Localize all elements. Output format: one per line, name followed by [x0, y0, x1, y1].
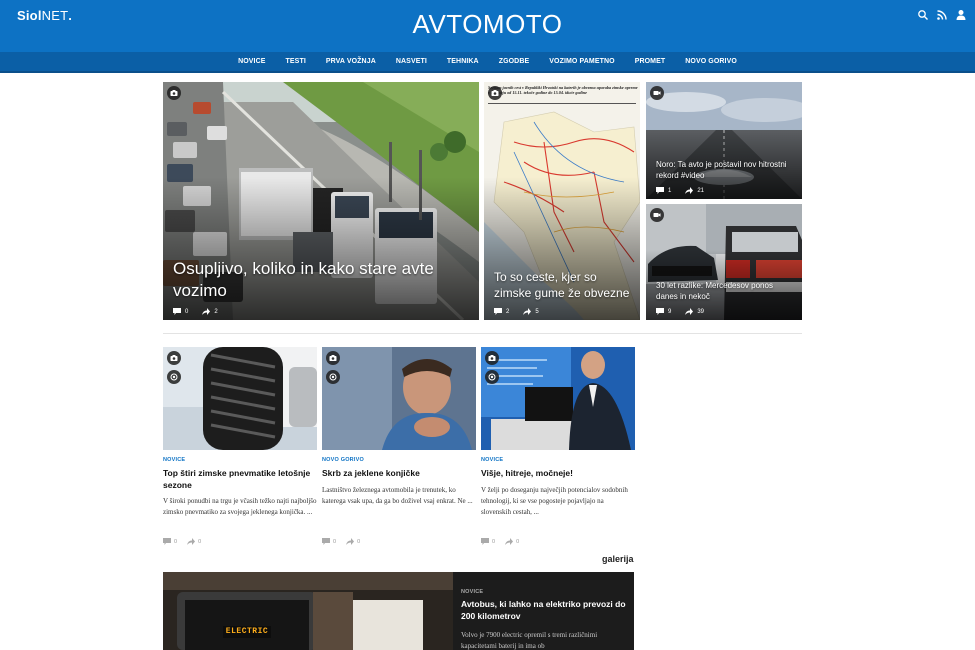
nav-item-novice[interactable]: NOVICE [228, 58, 275, 65]
share-icon [685, 308, 694, 315]
comment-count: 9 [668, 308, 672, 315]
article-lead: V želji po doseganju največjih potencial… [481, 485, 628, 516]
site-header: SiolNET. AVTOMOTO [0, 0, 975, 52]
share-count: 2 [214, 308, 218, 315]
sponsored-icon [167, 370, 181, 384]
sponsored-icon [485, 370, 499, 384]
sponsored-icon [326, 370, 340, 384]
gallery-label[interactable]: galerija [602, 554, 634, 564]
article-category[interactable]: NOVICE [481, 457, 635, 463]
share-count: 0 [198, 538, 202, 545]
hero-title[interactable]: Noro: Ta avto je postavil nov hitrostni … [656, 159, 796, 181]
hero-meta: 1 21 [656, 187, 704, 194]
hero-title[interactable]: To so ceste, kjer so zimske gume že obve… [494, 269, 634, 301]
hero-meta: 2 5 [494, 308, 539, 315]
nav-item-novo-gorivo[interactable]: NOVO GORIVO [675, 58, 747, 65]
share-count: 0 [516, 538, 520, 545]
video-icon [650, 86, 664, 100]
comment-count: 2 [506, 308, 510, 315]
hero-title[interactable]: Osupljivo, koliko in kako stare avte voz… [173, 258, 469, 302]
nav-item-testi[interactable]: TESTI [276, 58, 316, 65]
camera-icon [326, 351, 340, 365]
camera-icon [167, 351, 181, 365]
hero-meta: 9 39 [656, 308, 704, 315]
share-icon [187, 538, 196, 545]
comment-icon [322, 538, 330, 545]
share-count: 5 [535, 308, 539, 315]
header-icons [917, 9, 967, 21]
user-icon[interactable] [955, 9, 967, 21]
gallery-category[interactable]: NOVICE [461, 589, 483, 595]
hero-article-mercedes[interactable]: 30 let razlike: Mercedesov ponos danes i… [646, 204, 802, 320]
share-icon [685, 187, 694, 194]
article-category[interactable]: NOVO GORIVO [322, 457, 476, 463]
presenter-photo [481, 347, 635, 450]
map-rule [488, 103, 636, 104]
hero-article-traffic[interactable]: Osupljivo, koliko in kako stare avte voz… [163, 82, 479, 320]
hero-title[interactable]: 30 let razlike: Mercedesov ponos danes i… [656, 280, 796, 302]
comment-icon [163, 538, 171, 545]
article-card-car-care[interactable]: NOVO GORIVO Skrb za jeklene konjičke Las… [322, 347, 476, 545]
nav-item-tehnika[interactable]: TEHNIKA [437, 58, 489, 65]
comment-icon [656, 187, 664, 194]
share-count: 0 [357, 538, 361, 545]
nav-item-vozimo-pametno[interactable]: VOZIMO PAMETNO [539, 58, 624, 65]
share-count: 21 [697, 187, 705, 194]
tyre-photo [163, 347, 317, 450]
hero-meta: 0 2 [173, 308, 218, 315]
map-caption: Seznam javnih cest v Republiki Hrvatski … [488, 85, 638, 96]
gallery-article-bus[interactable]: ELECTRIC NOVICE Avtobus, ki lahko na ele… [163, 572, 634, 650]
rss-icon[interactable] [936, 9, 948, 21]
share-icon [523, 308, 532, 315]
article-title[interactable]: Višje, hitreje, močneje! [481, 468, 635, 480]
bus-destination-sign: ELECTRIC [225, 627, 269, 636]
search-icon[interactable] [917, 9, 929, 21]
comment-count: 1 [668, 187, 672, 194]
article-thumbnail[interactable] [163, 347, 317, 450]
gallery-lead: Volvo je 7900 electric opremil s tremi r… [461, 631, 598, 650]
nav-item-prva-voznja[interactable]: PRVA VOŽNJA [316, 58, 386, 65]
article-card-tech[interactable]: NOVICE Višje, hitreje, močneje! V želji … [481, 347, 635, 545]
nav-item-zgodbe[interactable]: ZGODBE [489, 58, 540, 65]
article-title[interactable]: Top štiri zimske pnevmatike letošnje sez… [163, 468, 317, 491]
article-meta: 0 0 [322, 538, 360, 545]
section-divider [163, 333, 802, 334]
article-thumbnail[interactable] [322, 347, 476, 450]
comment-icon [481, 538, 489, 545]
comment-count: 0 [174, 538, 178, 545]
article-category[interactable]: NOVICE [163, 457, 317, 463]
article-lead: Lastništvo železnega avtomobila je trenu… [322, 485, 473, 505]
video-icon [650, 208, 664, 222]
hero-article-map[interactable]: Seznam javnih cest v Republiki Hrvatski … [484, 82, 640, 320]
section-title[interactable]: AVTOMOTO [0, 9, 975, 40]
camera-icon [167, 86, 181, 100]
comment-icon [173, 308, 181, 315]
share-icon [202, 308, 211, 315]
camera-icon [488, 86, 502, 100]
camera-icon [485, 351, 499, 365]
article-thumbnail[interactable] [481, 347, 635, 450]
nav-item-promet[interactable]: PROMET [625, 58, 676, 65]
comment-icon [656, 308, 664, 315]
gallery-image[interactable]: ELECTRIC [163, 572, 453, 650]
article-meta: 0 0 [163, 538, 201, 545]
worried-man-photo [322, 347, 476, 450]
article-lead: V široki ponudbi na trgu je včasih težko… [163, 497, 317, 516]
electric-bus-photo [163, 572, 453, 650]
comment-count: 0 [492, 538, 496, 545]
article-card-tyres[interactable]: NOVICE Top štiri zimske pnevmatike letoš… [163, 347, 317, 545]
gallery-title[interactable]: Avtobus, ki lahko na elektriko prevozi d… [461, 598, 629, 622]
article-meta: 0 0 [481, 538, 519, 545]
share-icon [346, 538, 355, 545]
comment-count: 0 [333, 538, 337, 545]
article-title[interactable]: Skrb za jeklene konjičke [322, 468, 476, 480]
main-nav: NOVICE TESTI PRVA VOŽNJA NASVETI TEHNIKA… [0, 52, 975, 73]
comment-count: 0 [185, 308, 189, 315]
hero-article-speed-record[interactable]: Noro: Ta avto je postavil nov hitrostni … [646, 82, 802, 199]
share-count: 39 [697, 308, 705, 315]
nav-item-nasveti[interactable]: NASVETI [386, 58, 437, 65]
share-icon [505, 538, 514, 545]
comment-icon [494, 308, 502, 315]
